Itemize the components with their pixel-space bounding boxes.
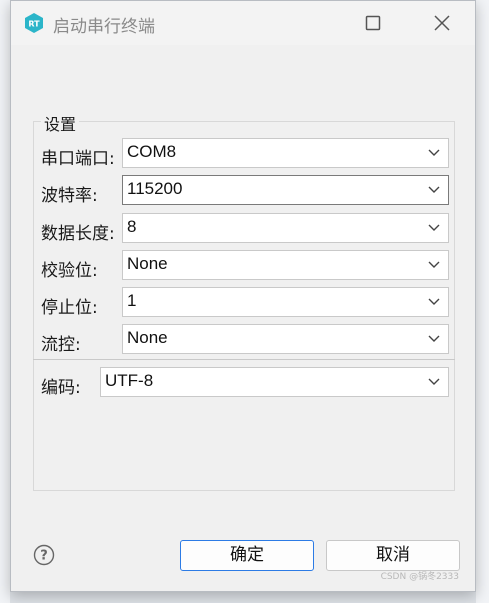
window-title: 启动串行终端	[53, 17, 155, 37]
minimize-icon[interactable]	[299, 13, 319, 33]
rt-logo-icon: RT	[25, 13, 43, 33]
help-icon[interactable]: ?	[33, 544, 55, 566]
flow-control-label: 流控:	[41, 335, 81, 355]
title-bar: RT 启动串行终端	[11, 1, 475, 45]
data-length-label: 数据长度:	[41, 224, 115, 244]
serial-terminal-dialog: RT 启动串行终端 设置 串口端口: COM8 波特率: 115200 数据长度…	[10, 0, 476, 592]
chevron-down-icon	[428, 378, 440, 385]
chevron-down-icon	[428, 224, 440, 231]
baud-rate-select[interactable]: 115200	[122, 175, 449, 205]
stop-bits-value: 1	[127, 291, 137, 310]
chevron-down-icon	[428, 261, 440, 268]
stop-bits-select[interactable]: 1	[122, 287, 449, 317]
encoding-value: UTF-8	[105, 371, 154, 390]
serial-port-value: COM8	[127, 142, 177, 161]
background-right	[476, 0, 489, 603]
data-length-value: 8	[127, 217, 137, 236]
parity-value: None	[127, 254, 168, 273]
chevron-down-icon	[428, 298, 440, 305]
baud-rate-label: 波特率:	[41, 186, 98, 206]
parity-label: 校验位:	[41, 261, 98, 281]
svg-text:?: ?	[40, 549, 48, 564]
serial-port-select[interactable]: COM8	[122, 138, 449, 168]
chevron-down-icon	[428, 186, 440, 193]
parity-select[interactable]: None	[122, 250, 449, 280]
maximize-icon[interactable]	[363, 13, 383, 33]
background-left	[0, 0, 10, 603]
encoding-label: 编码:	[41, 378, 81, 398]
flow-control-value: None	[127, 328, 168, 347]
chevron-down-icon	[428, 335, 440, 342]
flow-control-select[interactable]: None	[122, 324, 449, 354]
ok-button[interactable]: 确定	[180, 540, 314, 571]
separator	[33, 359, 455, 360]
serial-port-label: 串口端口:	[41, 149, 115, 169]
stop-bits-label: 停止位:	[41, 298, 98, 318]
baud-rate-value: 115200	[127, 179, 183, 198]
data-length-select[interactable]: 8	[122, 213, 449, 243]
encoding-select[interactable]: UTF-8	[100, 367, 449, 397]
svg-text:RT: RT	[28, 20, 40, 29]
watermark: CSDN @锅冬2333	[380, 572, 459, 582]
chevron-down-icon	[428, 149, 440, 156]
cancel-button[interactable]: 取消	[326, 540, 460, 571]
close-icon[interactable]	[432, 13, 452, 33]
settings-group-label: 设置	[41, 111, 80, 135]
